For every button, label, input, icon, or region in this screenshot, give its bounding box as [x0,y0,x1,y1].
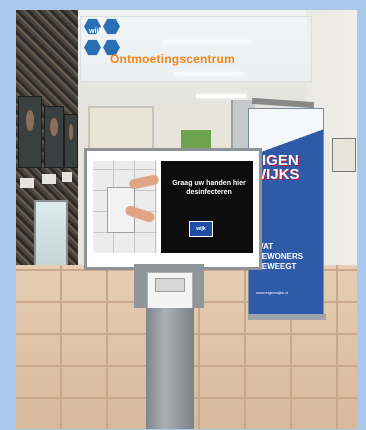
glass-sign-text: Ontmoetingscentrum [110,52,235,66]
dispenser-lever [155,278,185,292]
portrait-caption [42,174,56,184]
poster-message: Graag uw handen hier desinfecteren [172,180,246,196]
glass-sign-logo-text: wijk [89,28,103,35]
photo-frame: wijk Ontmoetingscentrum EIGEN WIJKS WAT … [16,10,357,429]
banner-tagline: WAT BEWONERS BEWEEGT [256,242,304,271]
ceiling-light [196,94,246,98]
poster-text-panel [161,161,253,253]
stand-pole [146,308,194,429]
portrait [44,106,64,168]
wall-frame [332,138,356,172]
banner-base [248,314,326,320]
disinfection-poster: Graag uw handen hier desinfecteren wijk [84,148,262,270]
portrait [18,96,42,168]
banner-url: www.eigenwijks.nl [256,290,289,295]
banner-brand: EIGEN WIJKS [252,152,300,183]
portrait [64,114,78,168]
poster-logo: wijk [189,221,213,237]
portrait-caption [62,172,72,182]
portrait-caption [20,178,34,188]
